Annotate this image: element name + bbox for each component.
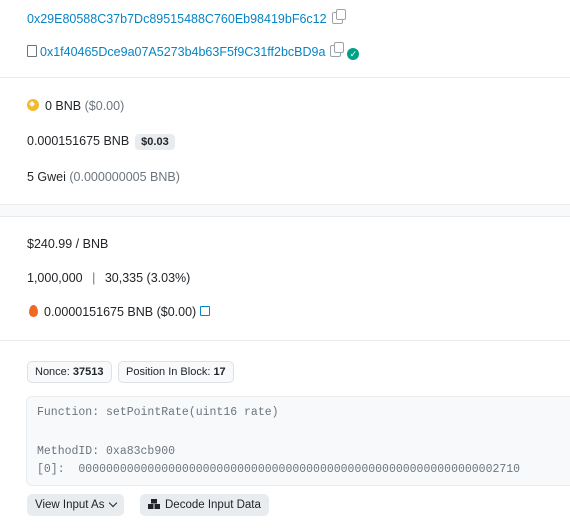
position-badge: Position In Block: 17 bbox=[118, 361, 234, 383]
nonce-label: Nonce: bbox=[35, 366, 70, 378]
contract-address-row: 0x1f40465Dce9a07A5273b4b63F5f9C31ff2bcBD… bbox=[27, 42, 360, 60]
contract-address-link[interactable]: 0x1f40465Dce9a07A5273b4b63F5f9C31ff2bcBD… bbox=[40, 45, 325, 59]
gas-limit: 1,000,000 bbox=[27, 271, 83, 285]
view-input-label: View Input As bbox=[35, 499, 105, 511]
section-separator-band bbox=[0, 204, 570, 216]
fee-row: 0.000151675 BNB $0.03 bbox=[27, 134, 175, 150]
section-divider bbox=[0, 340, 570, 341]
function-signature: Function: setPointRate(uint16 rate) bbox=[37, 406, 279, 419]
burnt-fees-row: 0.0000151675 BNB ($0.00) bbox=[27, 305, 211, 319]
external-link-icon[interactable] bbox=[200, 306, 211, 316]
gas-price-row: 5 Gwei (0.000000005 BNB) bbox=[27, 170, 180, 184]
to-address-link[interactable]: 0x29E80588C37b7Dc89515488C760Eb98419bF6c… bbox=[27, 12, 327, 26]
chevron-down-icon bbox=[109, 498, 118, 508]
position-value: 17 bbox=[213, 366, 226, 378]
contract-file-icon bbox=[27, 45, 37, 57]
view-input-as-button[interactable]: View Input As bbox=[27, 494, 125, 516]
input-param: [0]: 00000000000000000000000000000000000… bbox=[37, 463, 521, 476]
copy-icon[interactable] bbox=[331, 9, 346, 24]
to-address-row: 0x29E80588C37b7Dc89515488C760Eb98419bF6c… bbox=[27, 9, 346, 26]
fee-amount: 0.000151675 BNB bbox=[27, 134, 130, 148]
gas-separator: | bbox=[92, 271, 96, 285]
gas-usage: 30,335 (3.03%) bbox=[104, 271, 191, 285]
copy-icon[interactable] bbox=[330, 42, 345, 57]
burnt-fees-value: 0.0000151675 BNB ($0.00) bbox=[44, 305, 197, 319]
section-divider bbox=[0, 204, 570, 205]
method-id: MethodID: 0xa83cb900 bbox=[37, 445, 176, 458]
bnb-coin-icon bbox=[27, 99, 39, 111]
value-row: 0 BNB ($0.00) bbox=[27, 99, 124, 113]
fire-icon bbox=[29, 305, 38, 317]
value-usd: ($0.00) bbox=[84, 99, 125, 113]
nonce-value: 37513 bbox=[72, 366, 104, 378]
value-amount: 0 BNB bbox=[45, 99, 82, 113]
decode-input-button[interactable]: Decode Input Data bbox=[140, 494, 269, 516]
fee-usd-badge: $0.03 bbox=[135, 134, 175, 150]
position-label: Position In Block: bbox=[126, 366, 211, 378]
bnb-price: $240.99 / BNB bbox=[27, 237, 109, 251]
gas-price-amount: 5 Gwei bbox=[27, 170, 66, 184]
decode-input-label: Decode Input Data bbox=[165, 499, 261, 511]
gas-price-detail: (0.000000005 BNB) bbox=[69, 170, 180, 184]
verified-check-icon: ✓ bbox=[347, 48, 360, 60]
cubes-icon bbox=[148, 499, 160, 509]
gas-limit-row: 1,000,000 | 30,335 (3.03%) bbox=[27, 271, 190, 285]
input-data-box[interactable]: Function: setPointRate(uint16 rate) Meth… bbox=[26, 396, 570, 486]
nonce-badge: Nonce: 37513 bbox=[27, 361, 112, 383]
section-divider bbox=[0, 77, 570, 78]
section-divider bbox=[0, 216, 570, 217]
